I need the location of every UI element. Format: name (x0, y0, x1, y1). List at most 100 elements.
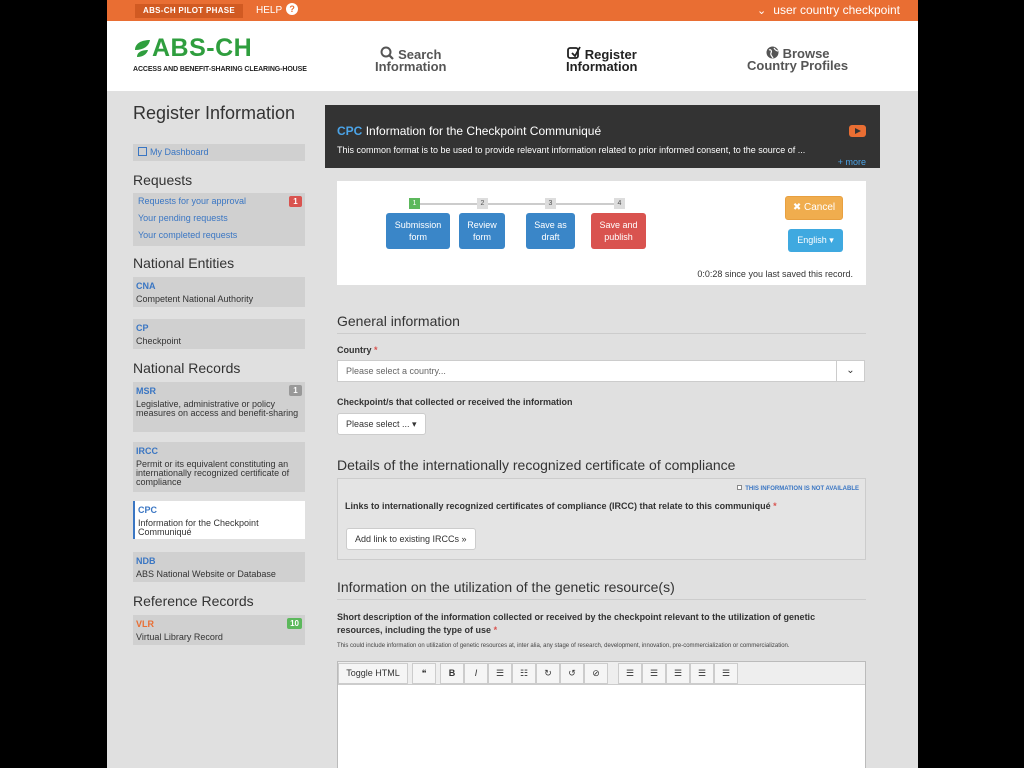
sidebar-item-cna[interactable]: CNA Competent National Authority (133, 277, 305, 307)
add-ircc-link-button[interactable]: Add link to existing IRCCs » (346, 528, 476, 550)
toggle-html-button[interactable]: Toggle HTML (338, 663, 408, 684)
step-label: Review (467, 220, 497, 230)
bullet-list-button[interactable]: ☰ (488, 663, 512, 684)
help-icon: ? (286, 3, 299, 15)
sidebar-item-ndb[interactable]: NDB ABS National Website or Database (133, 552, 305, 582)
record-code: CPC (138, 505, 158, 515)
top-bar: ABS-CH PILOT PHASE HELP? ⌄ user country c… (107, 0, 918, 21)
checkpoints-label: Checkpoint/s that collected or received … (337, 397, 573, 407)
editor-toolbar: Toggle HTML ❝ B I ☰ ☷ ↻ ↺ ⊘ ☰ ☰ ☰ ☰ ☰ (338, 662, 865, 685)
sidebar-item-pending-requests[interactable]: Your pending requests (133, 210, 305, 227)
record-header: CPC Information for the Checkpoint Commu… (325, 105, 880, 168)
record-title: CPC Information for the Checkpoint Commu… (337, 124, 601, 138)
outdent-button[interactable]: ☰ (714, 663, 738, 684)
sidebar-item-label: Requests for your approval (138, 196, 247, 206)
user-menu[interactable]: ⌄ user country checkpoint (757, 3, 900, 19)
sidebar-item-dashboard[interactable]: My Dashboard (133, 144, 305, 161)
step-connector (415, 203, 620, 205)
country-label: Country * (337, 345, 378, 355)
divider (337, 599, 866, 600)
logo-subtitle: ACCESS AND BENEFIT-SHARING CLEARING-HOUS… (133, 66, 307, 73)
ircc-heading: Details of the internationally recognize… (337, 457, 736, 473)
record-desc: Legislative, administrative or policy me… (136, 399, 299, 418)
redo-button[interactable]: ↻ (536, 663, 560, 684)
record-tag: CPC (337, 124, 363, 138)
step-label: Save as (534, 220, 567, 230)
country-label-text: Country (337, 345, 372, 355)
country-select[interactable]: Please select a country... ⌄ (337, 360, 865, 382)
page: ABS-CH PILOT PHASE HELP? ⌄ user country c… (107, 0, 918, 768)
sidebar-item-cp[interactable]: CP Checkpoint (133, 319, 305, 349)
bold-button[interactable]: B (440, 663, 464, 684)
record-desc: Information for the Checkpoint Communiqu… (138, 518, 259, 537)
user-menu-label: user country checkpoint (773, 3, 900, 17)
header: ABS-CH ACCESS AND BENEFIT-SHARING CLEARI… (107, 21, 918, 91)
save-draft-button[interactable]: Save as draft (526, 213, 575, 249)
numbered-list-button[interactable]: ☷ (512, 663, 536, 684)
nav-label: Information (375, 59, 447, 74)
sidebar-item-completed-requests[interactable]: Your completed requests (133, 227, 305, 244)
chevron-down-icon: ⌄ (836, 361, 864, 381)
italic-button[interactable]: I (464, 663, 488, 684)
step-label: Save and (599, 220, 638, 230)
last-saved-status: 0:0:28 since you last saved this record. (697, 269, 853, 279)
clear-format-button[interactable]: ⊘ (584, 663, 608, 684)
sidebar-item-requests-approval[interactable]: Requests for your approval 1 (133, 193, 305, 210)
not-available-checkbox[interactable]: THIS INFORMATION IS NOT AVAILABLE (737, 485, 859, 492)
quote-button[interactable]: ❝ (412, 663, 436, 684)
step-number: 1 (409, 198, 420, 209)
submission-form-button[interactable]: Submission form (386, 213, 450, 249)
sidebar-item-ircc[interactable]: IRCC Permit or its equivalent constituti… (133, 442, 305, 492)
national-records-heading: National Records (133, 360, 241, 376)
count-badge: 1 (289, 385, 302, 396)
record-desc: Competent National Authority (136, 294, 254, 304)
language-dropdown[interactable]: English ▾ (788, 229, 843, 252)
checkpoint-select-button[interactable]: Please select ... ▾ (337, 413, 426, 435)
undo-button[interactable]: ↺ (560, 663, 584, 684)
edit-icon (566, 46, 581, 59)
nav-browse-country-profiles[interactable]: Browse Country Profiles (747, 46, 848, 72)
nav-label: Information (566, 59, 638, 74)
reference-records-heading: Reference Records (133, 593, 254, 609)
record-code: CNA (136, 281, 156, 291)
nav-search-information[interactable]: Search Information (375, 46, 447, 73)
nav-register-information[interactable]: Register Information (566, 46, 638, 73)
record-description: This common format is to be used to prov… (337, 145, 806, 155)
step-label: form (409, 232, 427, 242)
record-desc: ABS National Website or Database (136, 569, 276, 579)
dashboard-icon (138, 147, 147, 156)
align-center-button[interactable]: ☰ (642, 663, 666, 684)
leaf-logo-icon (135, 40, 150, 57)
required-mark: * (374, 345, 378, 355)
step-label: publish (604, 232, 633, 242)
utilization-heading: Information on the utilization of the ge… (337, 579, 675, 595)
ircc-section: THIS INFORMATION IS NOT AVAILABLE Links … (337, 478, 866, 560)
help-link[interactable]: HELP? (256, 3, 299, 18)
indent-button[interactable]: ☰ (690, 663, 714, 684)
short-description-label: Short description of the information col… (337, 611, 847, 637)
sidebar-item-msr[interactable]: MSR Legislative, administrative or polic… (133, 382, 305, 432)
step-label: Submission (394, 220, 442, 230)
country-placeholder: Please select a country... (346, 366, 446, 376)
sidebar: Register Information My Dashboard Reques… (133, 103, 305, 645)
more-link[interactable]: + more (838, 157, 866, 167)
sidebar-title: Register Information (133, 103, 296, 123)
logo[interactable]: ABS-CH (152, 35, 252, 62)
align-left-button[interactable]: ☰ (618, 663, 642, 684)
divider (337, 333, 866, 334)
sidebar-item-vlr[interactable]: VLR Virtual Library Record 10 (133, 615, 305, 645)
save-publish-button[interactable]: Save and publish (591, 213, 646, 249)
align-right-button[interactable]: ☰ (666, 663, 690, 684)
general-info-heading: General information (337, 313, 460, 329)
required-mark: * (773, 501, 777, 511)
sidebar-item-cpc[interactable]: CPC Information for the Checkpoint Commu… (133, 501, 305, 539)
national-entities-heading: National Entities (133, 255, 235, 271)
review-form-button[interactable]: Review form (459, 213, 505, 249)
video-icon[interactable] (849, 125, 866, 137)
cancel-button[interactable]: ✖ Cancel (785, 196, 843, 220)
step-number: 2 (477, 198, 488, 209)
record-code: IRCC (136, 446, 158, 456)
ircc-links-label-text: Links to internationally recognized cert… (345, 501, 771, 511)
rich-text-editor[interactable]: Toggle HTML ❝ B I ☰ ☷ ↻ ↺ ⊘ ☰ ☰ ☰ ☰ ☰ (337, 661, 866, 768)
sidebar-item-label: Your completed requests (138, 230, 238, 240)
